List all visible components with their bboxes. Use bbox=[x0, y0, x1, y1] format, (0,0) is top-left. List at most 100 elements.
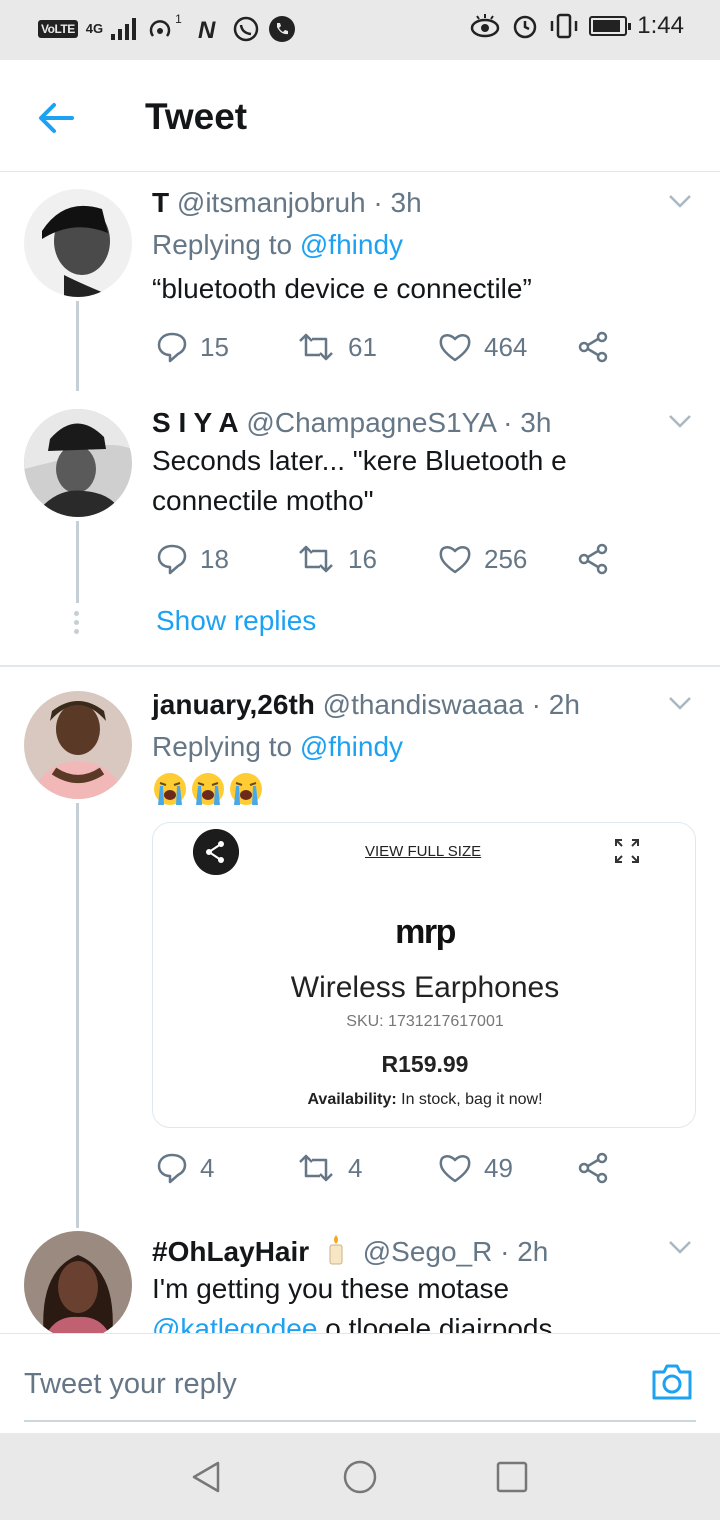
timestamp: · 3h bbox=[503, 407, 552, 438]
input-underline bbox=[24, 1420, 696, 1422]
camera-icon[interactable] bbox=[650, 1360, 694, 1404]
heart-icon bbox=[439, 334, 471, 362]
handle[interactable]: @Sego_R bbox=[363, 1236, 493, 1267]
divider bbox=[0, 665, 720, 667]
vibrate-icon bbox=[551, 13, 578, 39]
chevron-down-icon[interactable] bbox=[666, 187, 694, 215]
share-icon[interactable] bbox=[193, 829, 239, 875]
reply-button[interactable]: 15 bbox=[156, 327, 229, 367]
reply-count: 18 bbox=[200, 543, 229, 574]
avatar[interactable] bbox=[24, 409, 132, 517]
display-name[interactable]: #OhLayHair bbox=[152, 1236, 309, 1267]
handle[interactable]: @ChampagneS1YA bbox=[246, 407, 495, 438]
like-count: 464 bbox=[484, 331, 528, 362]
tweet-header: #OhLayHair @Sego_R · 2h bbox=[152, 1233, 548, 1268]
mention-link[interactable]: @katlegodee bbox=[152, 1313, 317, 1333]
display-name[interactable]: S I Y A bbox=[152, 407, 239, 438]
system-nav-bar bbox=[0, 1433, 720, 1520]
n-app-icon: N bbox=[198, 17, 216, 41]
share-button[interactable] bbox=[578, 539, 610, 579]
reply-icon bbox=[157, 544, 187, 575]
chevron-down-icon[interactable] bbox=[666, 407, 694, 435]
product-price: R159.99 bbox=[381, 1051, 469, 1077]
chevron-down-icon[interactable] bbox=[666, 689, 694, 717]
loudly-crying-face-icon bbox=[154, 773, 186, 805]
timestamp: · 3h bbox=[373, 187, 422, 218]
arrow-left-icon[interactable] bbox=[34, 96, 78, 140]
tweet-text-line: I'm getting you these motase bbox=[152, 1273, 510, 1304]
signal-icon bbox=[111, 18, 137, 40]
show-replies-link[interactable]: Show replies bbox=[156, 605, 316, 637]
retweet-button[interactable]: 16 bbox=[296, 539, 377, 579]
like-button[interactable]: 49 bbox=[438, 1148, 513, 1188]
notification-count: 1 bbox=[175, 12, 182, 26]
tweet-header: S I Y A @ChampagneS1YA · 3h bbox=[152, 407, 551, 439]
tweet-actions: 15 61 464 bbox=[152, 327, 622, 367]
replying-to-link[interactable]: @fhindy bbox=[300, 229, 403, 260]
hotspot-icon bbox=[149, 20, 171, 37]
replying-to-link[interactable]: @fhindy bbox=[300, 731, 403, 762]
reply-button[interactable]: 4 bbox=[156, 1148, 214, 1188]
reply-count: 4 bbox=[200, 1152, 215, 1183]
reply-composer: Tweet your reply bbox=[0, 1333, 720, 1433]
retweet-icon bbox=[299, 1154, 333, 1182]
tweet-header: T @itsmanjobruh · 3h bbox=[152, 187, 422, 219]
like-button[interactable]: 464 bbox=[438, 327, 527, 367]
timestamp: · 2h bbox=[500, 1236, 549, 1267]
retweet-icon bbox=[299, 333, 333, 361]
replying-to: Replying to @fhindy bbox=[152, 731, 403, 763]
tweet-text: I'm getting you these motase @katlegodee… bbox=[152, 1269, 692, 1333]
status-left-icons: VoLTE 4G 1 N bbox=[38, 12, 296, 44]
network-type: 4G bbox=[85, 21, 104, 36]
display-name[interactable]: january,26th bbox=[152, 689, 315, 720]
avatar[interactable] bbox=[24, 189, 132, 297]
tweet-thread[interactable]: T @itsmanjobruh · 3h Replying to @fhindy… bbox=[0, 173, 720, 1333]
availability: Availability: In stock, bag it now! bbox=[153, 1091, 695, 1109]
like-count: 49 bbox=[484, 1152, 513, 1183]
thread-line bbox=[76, 803, 79, 1228]
more-replies-dots bbox=[74, 611, 80, 638]
tweet-text-line: @katlegodee o tlogele diairpods bbox=[152, 1309, 692, 1333]
share-button[interactable] bbox=[578, 1148, 610, 1188]
reply-icon bbox=[157, 332, 187, 363]
chevron-down-icon[interactable] bbox=[666, 1233, 694, 1261]
nav-recents-icon[interactable] bbox=[492, 1457, 532, 1497]
nav-home-icon[interactable] bbox=[340, 1457, 380, 1497]
thread-line bbox=[76, 301, 79, 391]
handle[interactable]: @itsmanjobruh bbox=[177, 187, 366, 218]
availability-label: Availability: bbox=[307, 1091, 397, 1108]
product-sku: SKU: 1731217617001 bbox=[346, 1013, 504, 1030]
avatar[interactable] bbox=[24, 691, 132, 799]
product-name: Wireless Earphones bbox=[290, 971, 560, 1004]
candle-icon bbox=[329, 1235, 343, 1265]
retweet-icon bbox=[299, 545, 333, 573]
thread-line bbox=[76, 521, 79, 603]
retweet-button[interactable]: 4 bbox=[296, 1148, 362, 1188]
like-button[interactable]: 256 bbox=[438, 539, 527, 579]
tweet-image-card[interactable]: VIEW FULL SIZE mrp Wireless Earphones SK… bbox=[152, 822, 696, 1128]
heart-icon bbox=[439, 546, 471, 574]
availability-value: In stock, bag it now! bbox=[396, 1091, 543, 1108]
nav-back-icon[interactable] bbox=[186, 1457, 226, 1497]
svg-text:N: N bbox=[198, 17, 216, 41]
clock: 1:44 bbox=[637, 12, 684, 39]
retweet-button[interactable]: 61 bbox=[296, 327, 377, 367]
retweet-count: 16 bbox=[348, 543, 377, 574]
avatar[interactable] bbox=[24, 1231, 132, 1333]
battery-icon bbox=[589, 16, 632, 36]
expand-icon[interactable] bbox=[613, 837, 641, 865]
reply-count: 15 bbox=[200, 331, 229, 362]
reply-input[interactable]: Tweet your reply bbox=[24, 1368, 237, 1401]
tweet-text-rest: o tlogele diairpods bbox=[317, 1313, 553, 1333]
handle[interactable]: @thandiswaaaa bbox=[323, 689, 524, 720]
reply-button[interactable]: 18 bbox=[156, 539, 229, 579]
tweet-header: january,26th @thandiswaaaa · 2h bbox=[152, 689, 580, 721]
alarm-icon bbox=[514, 15, 537, 39]
display-name[interactable]: T bbox=[152, 187, 169, 218]
tweet-actions: 18 16 256 bbox=[152, 539, 622, 579]
share-button[interactable] bbox=[578, 327, 610, 367]
replying-label: Replying to bbox=[152, 229, 293, 260]
view-full-size-link[interactable]: VIEW FULL SIZE bbox=[365, 843, 481, 860]
tweet-text: Seconds later... "kere Bluetooth e conne… bbox=[152, 445, 567, 516]
status-bar: VoLTE 4G 1 N 1:44 bbox=[0, 0, 720, 60]
